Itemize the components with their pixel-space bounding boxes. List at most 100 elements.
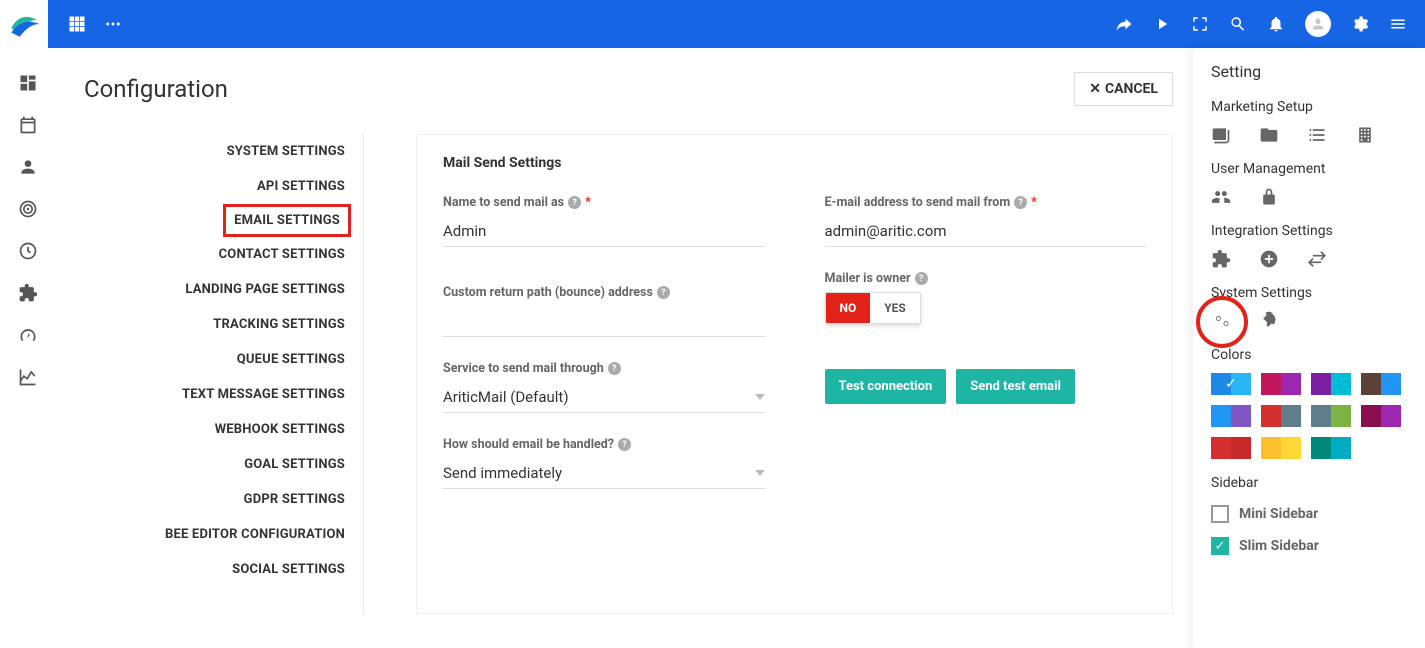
help-icon[interactable]: ? — [618, 438, 631, 451]
mailer-owner-no[interactable]: NO — [826, 293, 871, 323]
user-icon[interactable] — [17, 156, 39, 178]
rocket-icon[interactable] — [1259, 311, 1279, 331]
sidebar-label: Sidebar — [1211, 475, 1407, 491]
drawer-heading: Setting — [1211, 62, 1407, 81]
send-test-email-button[interactable]: Send test email — [956, 369, 1075, 404]
cancel-label: CANCEL — [1105, 81, 1158, 97]
highlight-circle — [1196, 296, 1248, 348]
left-sidebar — [0, 48, 56, 648]
nav-tracking-settings[interactable]: TRACKING SETTINGS — [84, 307, 351, 342]
swap-icon[interactable] — [1307, 249, 1327, 269]
color-swatch[interactable]: ✓ — [1211, 373, 1251, 395]
calendar-icon[interactable] — [17, 114, 39, 136]
help-icon[interactable]: ? — [608, 362, 621, 375]
handle-select[interactable]: Send immediately — [443, 458, 765, 489]
color-swatch[interactable] — [1311, 405, 1351, 427]
clock-icon[interactable] — [17, 240, 39, 262]
list-icon[interactable] — [1307, 125, 1327, 145]
settings-nav: SYSTEM SETTINGS API SETTINGS EMAIL SETTI… — [84, 134, 364, 614]
nav-email-settings[interactable]: EMAIL SETTINGS — [223, 204, 351, 237]
help-icon[interactable]: ? — [568, 196, 581, 209]
mailer-owner-label: Mailer is owner ? — [825, 271, 1147, 286]
app-logo[interactable] — [0, 0, 48, 48]
integration-settings-label: Integration Settings — [1211, 223, 1407, 239]
chart-icon[interactable] — [17, 366, 39, 388]
colors-grid: ✓ — [1211, 373, 1407, 459]
nav-gdpr-settings[interactable]: GDPR SETTINGS — [84, 482, 351, 517]
nav-system-settings[interactable]: SYSTEM SETTINGS — [84, 134, 351, 169]
color-swatch[interactable] — [1261, 437, 1301, 459]
nav-text-message-settings[interactable]: TEXT MESSAGE SETTINGS — [84, 377, 351, 412]
color-swatch[interactable] — [1261, 405, 1301, 427]
nav-webhook-settings[interactable]: WEBHOOK SETTINGS — [84, 412, 351, 447]
main-content: Configuration ✕ CANCEL SYSTEM SETTINGS A… — [56, 48, 1193, 648]
gauge-icon[interactable] — [17, 324, 39, 346]
colors-label: Colors — [1211, 347, 1407, 363]
color-swatch[interactable] — [1311, 373, 1351, 395]
nav-api-settings[interactable]: API SETTINGS — [84, 169, 351, 204]
mini-sidebar-checkbox[interactable]: Mini Sidebar — [1211, 505, 1407, 523]
email-from-input[interactable] — [825, 216, 1147, 247]
system-settings-label: System Settings — [1211, 285, 1407, 301]
help-icon[interactable]: ? — [657, 286, 670, 299]
menu-icon[interactable] — [1389, 15, 1407, 33]
user-management-label: User Management — [1211, 161, 1407, 177]
marketing-setup-label: Marketing Setup — [1211, 99, 1407, 115]
chevron-down-icon — [755, 394, 765, 400]
checkbox-icon: ✓ — [1211, 537, 1229, 555]
share-icon[interactable] — [1115, 15, 1133, 33]
color-swatch[interactable] — [1311, 437, 1351, 459]
topbar — [0, 0, 1425, 48]
cancel-button[interactable]: ✕ CANCEL — [1074, 72, 1173, 106]
check-icon: ✓ — [1225, 376, 1237, 392]
mailer-owner-toggle: NO YES — [825, 292, 921, 324]
handle-label: How should email be handled? ? — [443, 437, 765, 452]
test-connection-button[interactable]: Test connection — [825, 369, 947, 404]
apps-icon[interactable] — [68, 15, 86, 33]
puzzle-icon[interactable] — [1211, 249, 1231, 269]
users-icon[interactable] — [1211, 187, 1231, 207]
panel-heading: Mail Send Settings — [443, 155, 1146, 171]
help-icon[interactable]: ? — [915, 272, 928, 285]
dashboard-icon[interactable] — [17, 72, 39, 94]
more-icon[interactable] — [104, 15, 122, 33]
fullscreen-icon[interactable] — [1191, 15, 1209, 33]
target-icon[interactable] — [17, 198, 39, 220]
help-icon[interactable]: ? — [1014, 196, 1027, 209]
chevron-down-icon — [755, 470, 765, 476]
nav-goal-settings[interactable]: GOAL SETTINGS — [84, 447, 351, 482]
avatar[interactable] — [1305, 11, 1331, 37]
service-select[interactable]: AriticMail (Default) — [443, 382, 765, 413]
bell-icon[interactable] — [1267, 15, 1285, 33]
checkbox-icon — [1211, 505, 1229, 523]
name-to-send-input[interactable] — [443, 216, 765, 247]
play-icon[interactable] — [1153, 15, 1171, 33]
settings-drawer: Setting Marketing Setup User Management … — [1193, 48, 1425, 648]
service-label: Service to send mail through ? — [443, 361, 765, 376]
color-swatch[interactable] — [1361, 373, 1401, 395]
nav-bee-editor[interactable]: BEE EDITOR CONFIGURATION — [84, 517, 351, 552]
email-from-label: E-mail address to send mail from ? * — [825, 195, 1147, 210]
newspaper-icon[interactable] — [1211, 125, 1231, 145]
puzzle-icon[interactable] — [17, 282, 39, 304]
slim-sidebar-checkbox[interactable]: ✓ Slim Sidebar — [1211, 537, 1407, 555]
search-icon[interactable] — [1229, 15, 1247, 33]
nav-queue-settings[interactable]: QUEUE SETTINGS — [84, 342, 351, 377]
color-swatch[interactable] — [1211, 437, 1251, 459]
mailer-owner-yes[interactable]: YES — [870, 293, 920, 323]
bounce-path-input[interactable] — [443, 306, 765, 337]
color-swatch[interactable] — [1261, 373, 1301, 395]
gear-icon[interactable] — [1351, 15, 1369, 33]
mail-settings-panel: Mail Send Settings Name to send mail as … — [416, 134, 1173, 614]
nav-social-settings[interactable]: SOCIAL SETTINGS — [84, 552, 351, 587]
color-swatch[interactable] — [1361, 405, 1401, 427]
folder-icon[interactable] — [1259, 125, 1279, 145]
building-icon[interactable] — [1355, 125, 1375, 145]
plus-circle-icon[interactable] — [1259, 249, 1279, 269]
close-icon: ✕ — [1089, 81, 1101, 97]
lock-icon[interactable] — [1259, 187, 1279, 207]
nav-landing-page-settings[interactable]: LANDING PAGE SETTINGS — [84, 272, 351, 307]
name-to-send-label: Name to send mail as ? * — [443, 195, 765, 210]
nav-contact-settings[interactable]: CONTACT SETTINGS — [84, 237, 351, 272]
color-swatch[interactable] — [1211, 405, 1251, 427]
